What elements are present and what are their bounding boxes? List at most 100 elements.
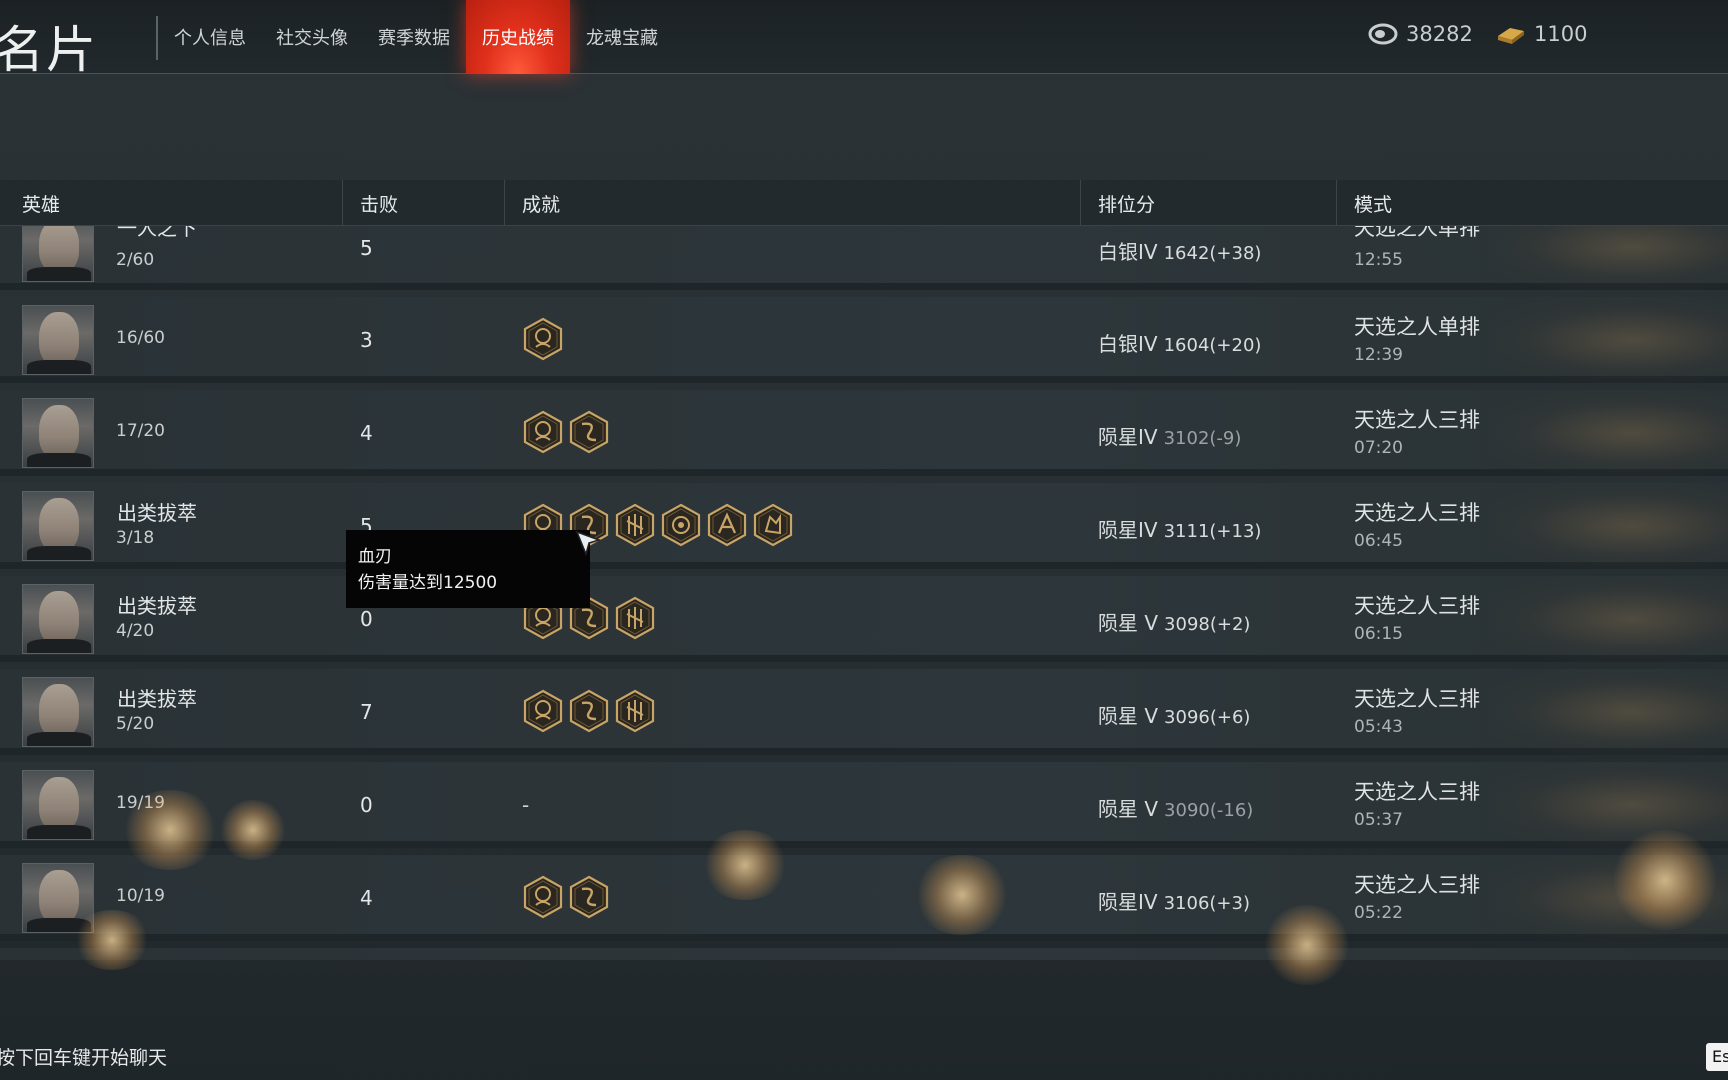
tab-personal-info[interactable]: 个人信息 bbox=[160, 0, 260, 74]
mode-name: 天选之人三排 bbox=[1354, 594, 1480, 618]
kills-count: 4 bbox=[360, 886, 373, 910]
achievement-badge-icon[interactable] bbox=[614, 503, 656, 547]
achievement-badge-icon[interactable] bbox=[522, 317, 564, 361]
score-change: 3090(-16) bbox=[1164, 800, 1254, 821]
mouse-cursor-icon bbox=[575, 530, 601, 556]
rank-name: 陨星 V bbox=[1098, 797, 1159, 821]
hero-kda: 10/19 bbox=[116, 886, 165, 906]
rank-score: 陨星IV 3106(+3) bbox=[1098, 886, 1250, 915]
kills-count: 7 bbox=[360, 700, 373, 724]
column-hero: 英雄 bbox=[22, 193, 61, 216]
table-row[interactable]: 10/19 4 陨星IV 3106(+3) 天选之人三排 05:22 bbox=[0, 855, 1728, 941]
tab-social-avatar[interactable]: 社交头像 bbox=[262, 0, 362, 74]
rank-score: 陨星IV 3111(+13) bbox=[1098, 514, 1261, 543]
avatar bbox=[22, 305, 94, 375]
match-time: 05:43 bbox=[1354, 717, 1403, 737]
mode-name: 天选之人三排 bbox=[1354, 780, 1480, 804]
score-change: 3096(+6) bbox=[1164, 707, 1251, 728]
achievement-badge-icon[interactable] bbox=[568, 410, 610, 454]
rank-score: 陨星 V 3096(+6) bbox=[1098, 700, 1250, 729]
mode-name: 天选之人三排 bbox=[1354, 873, 1480, 897]
gold-amount: 1100 bbox=[1534, 22, 1588, 46]
coin-icon bbox=[1368, 23, 1398, 45]
tab-match-history[interactable]: 历史战绩 bbox=[466, 0, 570, 74]
avatar bbox=[22, 584, 94, 654]
achievement-badge-icon[interactable] bbox=[706, 503, 748, 547]
column-divider bbox=[342, 180, 343, 226]
achievement-list bbox=[522, 689, 656, 733]
chat-hint: 按下回车键开始聊天 bbox=[0, 1047, 168, 1069]
rank-score: 白银IV 1604(+20) bbox=[1098, 328, 1261, 357]
achievement-badge-icon[interactable] bbox=[614, 689, 656, 733]
avatar bbox=[22, 677, 94, 747]
kills-count: 0 bbox=[360, 607, 373, 631]
achievement-badge-icon[interactable] bbox=[752, 503, 794, 547]
table-row[interactable] bbox=[0, 948, 1728, 960]
kills-count: 4 bbox=[360, 421, 373, 445]
gold-currency: 1100 bbox=[1496, 22, 1587, 46]
achievement-badge-icon[interactable] bbox=[614, 596, 656, 640]
rank-name: 陨星 V bbox=[1098, 611, 1159, 635]
page-title: 名片 bbox=[0, 21, 98, 79]
mode-name: 天选之人单排 bbox=[1354, 315, 1480, 339]
table-row[interactable]: 17/20 4 陨星IV 3102(-9) 天选之人三排 07:20 bbox=[0, 390, 1728, 476]
table-row[interactable]: 19/19 0 - 陨星 V 3090(-16) 天选之人三排 05:37 bbox=[0, 762, 1728, 848]
rank-name: 陨星 V bbox=[1098, 704, 1159, 728]
rank-score: 陨星IV 3102(-9) bbox=[1098, 421, 1241, 450]
rank-name: 白银IV bbox=[1098, 332, 1158, 356]
table-row[interactable]: 出类拔萃 3/18 5 陨星IV 3111(+13) 天选之人三排 06:45 bbox=[0, 483, 1728, 569]
score-change: 1642(+38) bbox=[1163, 243, 1262, 264]
rank-score: 白银IV 1642(+38) bbox=[1098, 236, 1261, 265]
esc-button[interactable]: Es bbox=[1706, 1043, 1728, 1071]
rank-name: 陨星IV bbox=[1098, 518, 1158, 542]
hero-kda: 5/20 bbox=[116, 714, 155, 734]
rank-score: 陨星 V 3098(+2) bbox=[1098, 607, 1250, 636]
rank-name: 陨星IV bbox=[1098, 425, 1158, 449]
hero-kda: 3/18 bbox=[116, 528, 155, 548]
score-change: 3106(+3) bbox=[1163, 893, 1250, 914]
column-kills: 击败 bbox=[360, 193, 399, 216]
tab-season-data[interactable]: 赛季数据 bbox=[364, 0, 464, 74]
row-ornament bbox=[1488, 390, 1728, 476]
rank-score: 陨星 V 3090(-16) bbox=[1098, 793, 1253, 822]
column-achievements: 成就 bbox=[522, 193, 561, 216]
tab-dragon-treasure[interactable]: 龙魂宝藏 bbox=[572, 0, 672, 74]
achievement-badge-icon[interactable] bbox=[522, 875, 564, 919]
score-change: 3098(+2) bbox=[1164, 614, 1251, 635]
achievement-badge-icon[interactable] bbox=[522, 410, 564, 454]
hero-kda: 17/20 bbox=[116, 421, 165, 441]
match-time: 12:55 bbox=[1354, 250, 1403, 270]
achievement-badge-icon[interactable] bbox=[522, 689, 564, 733]
column-divider bbox=[1336, 180, 1337, 226]
achievement-badge-icon[interactable] bbox=[660, 503, 702, 547]
table-row[interactable]: 出类拔萃 4/20 0 陨星 V 3098(+2) 天选之人三排 06:15 bbox=[0, 576, 1728, 662]
row-ornament bbox=[1488, 483, 1728, 569]
table-row[interactable]: 出类拔萃 5/20 7 陨星 V 3096(+6) 天选之人三排 05:43 bbox=[0, 669, 1728, 755]
avatar bbox=[22, 491, 94, 561]
rank-name: 陨星IV bbox=[1098, 890, 1158, 914]
achievement-list bbox=[522, 317, 564, 361]
match-history-list[interactable]: 一人之下 2/60 5 白银IV 1642(+38) 天选之人单排 12:55 1… bbox=[0, 226, 1728, 960]
achievement-tooltip: 血刃 伤害量达到12500 bbox=[346, 530, 590, 608]
achievement-badge-icon[interactable] bbox=[568, 875, 610, 919]
achievement-badge-icon[interactable] bbox=[568, 689, 610, 733]
row-ornament bbox=[1488, 762, 1728, 848]
hero-kda: 16/60 bbox=[116, 328, 165, 348]
table-row[interactable]: 一人之下 2/60 5 白银IV 1642(+38) 天选之人单排 12:55 bbox=[0, 226, 1728, 290]
coin-amount: 38282 bbox=[1406, 22, 1473, 46]
tooltip-description: 伤害量达到12500 bbox=[358, 573, 498, 593]
match-time: 05:37 bbox=[1354, 810, 1403, 830]
avatar bbox=[22, 226, 94, 282]
match-time: 07:20 bbox=[1354, 438, 1403, 458]
mode-name: 天选之人三排 bbox=[1354, 408, 1480, 432]
table-header: 英雄 击败 成就 排位分 模式 bbox=[0, 180, 1728, 226]
gold-ingot-icon bbox=[1498, 28, 1524, 44]
column-mode: 模式 bbox=[1354, 193, 1393, 216]
table-row[interactable]: 16/60 3 白银IV 1604(+20) 天选之人单排 12:39 bbox=[0, 297, 1728, 383]
row-ornament bbox=[1488, 226, 1728, 290]
hero-title: 一人之下 bbox=[117, 226, 197, 240]
match-time: 12:39 bbox=[1354, 345, 1403, 365]
score-change: 1604(+20) bbox=[1163, 335, 1262, 356]
hero-kda: 19/19 bbox=[116, 793, 165, 813]
row-ornament bbox=[1488, 855, 1728, 941]
